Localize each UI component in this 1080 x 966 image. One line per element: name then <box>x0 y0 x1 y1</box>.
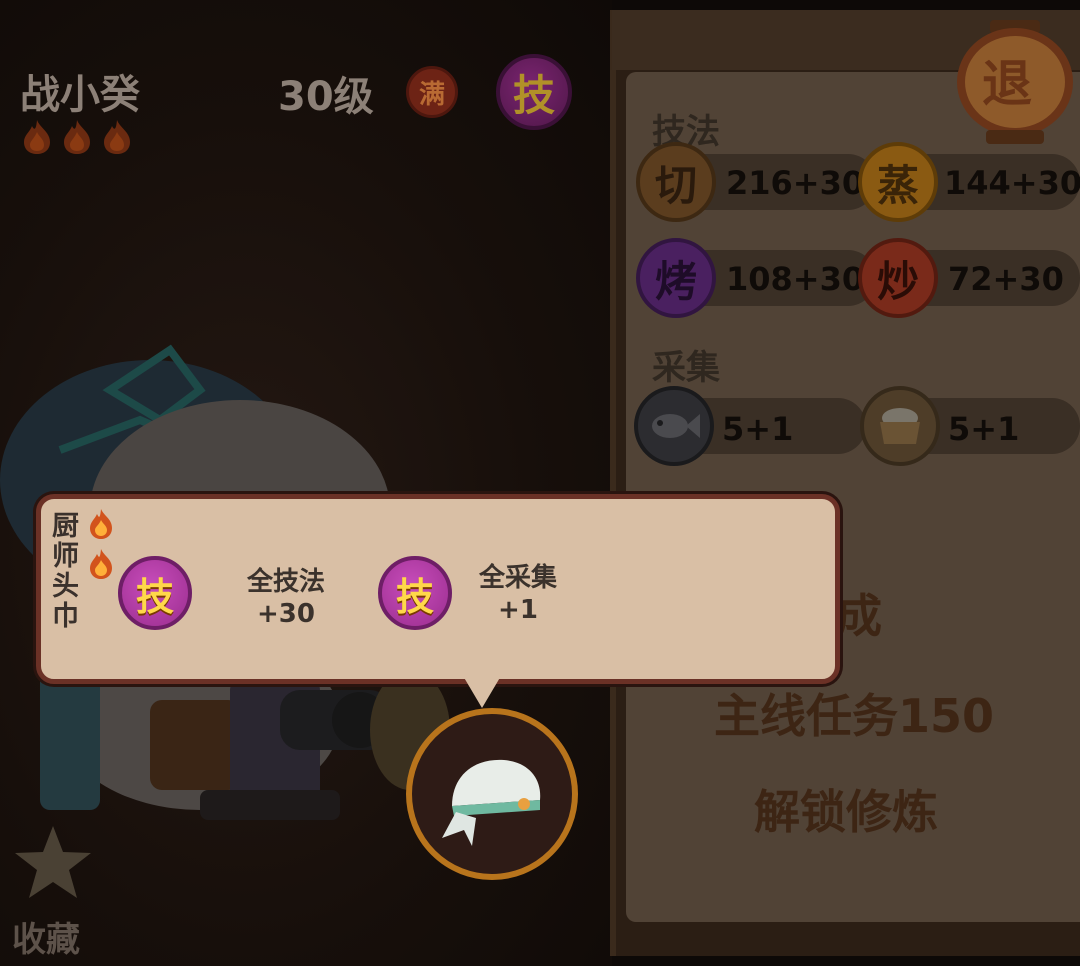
popup-pointer <box>456 664 508 708</box>
stirfry-technique-icon: 炒 <box>858 238 938 318</box>
flour-gather-value: 5+1 <box>948 410 1020 448</box>
flame-icon <box>90 509 112 539</box>
favorite-label[interactable]: 收藏 <box>12 912 80 961</box>
effect-bonus-all-gathering: 全采集 +1 <box>466 562 570 626</box>
task-line-3: 解锁修炼 <box>754 785 938 839</box>
roast-technique-value: 108+30 <box>726 260 865 298</box>
character-name: 战小癸 <box>20 72 140 118</box>
flame-icon <box>24 120 50 154</box>
fish-icon <box>634 386 714 466</box>
effect-value: +30 <box>257 599 315 629</box>
cut-technique-value: 216+30 <box>726 164 865 202</box>
star-icon[interactable] <box>12 822 94 904</box>
flame-icon <box>90 549 112 579</box>
flour-bowl-icon <box>860 386 940 466</box>
item-name-char: 巾 <box>52 601 79 632</box>
skill-badge: 技 <box>118 556 192 630</box>
task-line-2: 主线任务150 <box>714 689 995 743</box>
item-name-char: 头 <box>52 571 79 602</box>
cut-technique-icon: 切 <box>636 142 716 222</box>
bandana-icon <box>442 759 541 846</box>
effect-label: 全技法 <box>246 567 325 597</box>
item-name-char: 厨 <box>52 511 79 542</box>
character-level: 30级 <box>278 74 374 120</box>
effect-bonus-all-techniques: 全技法 +30 <box>234 566 338 630</box>
flame-icon <box>104 120 130 154</box>
skill-badge-button[interactable]: 技 <box>496 54 572 130</box>
quit-label[interactable]: 退 <box>982 44 1032 116</box>
steam-technique-value: 144+30 <box>944 164 1080 202</box>
skill-badge: 技 <box>378 556 452 630</box>
effect-value: +1 <box>498 595 538 625</box>
gather-label: 采集 <box>652 348 720 388</box>
max-level-badge: 满 <box>406 66 458 118</box>
equipped-item-slot[interactable] <box>406 708 578 880</box>
item-name-char: 师 <box>52 541 79 572</box>
effect-label: 全采集 <box>478 563 557 593</box>
item-name: 厨 师 头 巾 <box>52 512 92 632</box>
steam-technique-icon: 蒸 <box>858 142 938 222</box>
flame-icon <box>64 120 90 154</box>
fish-gather-value: 5+1 <box>722 410 794 448</box>
stirfry-technique-value: 72+30 <box>948 260 1064 298</box>
star-rating-flames <box>20 118 134 156</box>
roast-technique-icon: 烤 <box>636 238 716 318</box>
